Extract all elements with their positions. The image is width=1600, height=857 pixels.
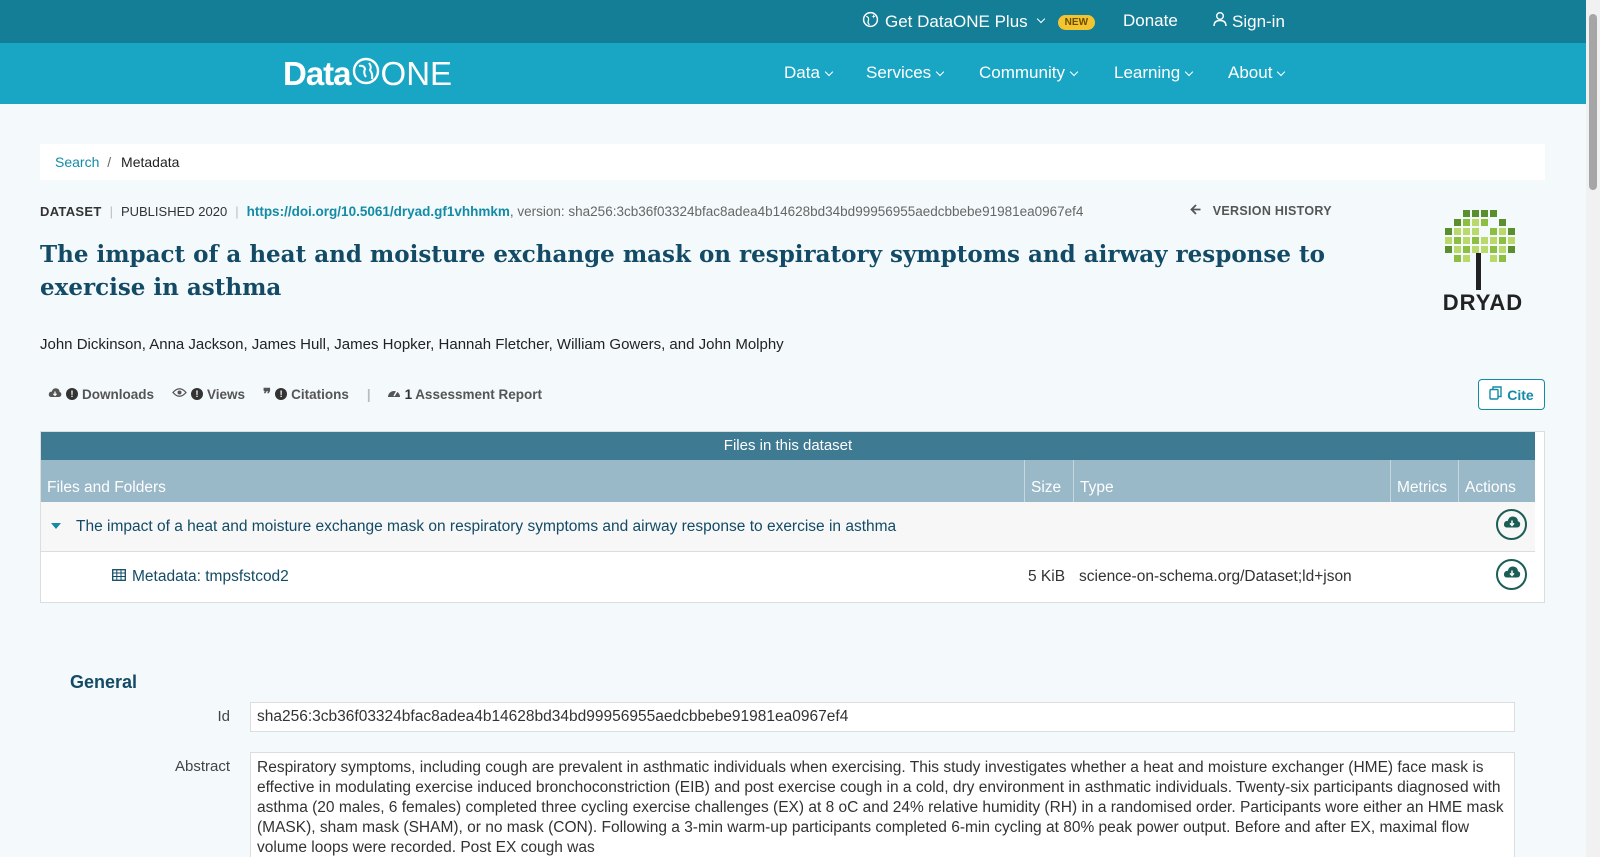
assessment-label: Assessment Report [415,386,542,402]
cloud-download-icon [1503,565,1521,584]
doi-link[interactable]: https://doi.org/10.5061/dryad.gf1vhhmkm [247,204,510,219]
dataset-meta-line: DATASET | PUBLISHED 2020 | https://doi.o… [40,204,1083,219]
divider: | [109,204,113,219]
download-file-button[interactable] [1496,559,1527,590]
chevron-down-icon [1277,67,1286,77]
breadcrumb-separator: / [107,154,112,170]
nav-data[interactable]: Data [784,63,834,83]
cite-button[interactable]: Cite [1478,379,1545,410]
table-row-file[interactable]: Metadata: tmpsfstcod2 5 KiB science-on-s… [41,552,1535,602]
donate-link[interactable]: Donate [1123,11,1178,31]
logo-text-data: Data [283,55,352,92]
nav-about-label: About [1228,63,1273,82]
breadcrumb-current: Metadata [121,154,180,170]
views-metric[interactable]: ! Views [172,387,245,402]
main-navigation: Data ONE Data Services Community Learnin… [0,43,1586,104]
quote-icon: ❞ [263,385,272,403]
downloads-metric[interactable]: ! Downloads [48,387,154,402]
dataset-title: The impact of a heat and moisture exchan… [40,241,1325,301]
chevron-down-icon [1069,67,1079,77]
file-size: 5 KiB [1028,568,1066,585]
sign-in-link[interactable]: Sign-in [1213,11,1285,32]
version-history-link[interactable]: VERSION HISTORY [1190,204,1332,218]
downloads-label: Downloads [82,386,155,402]
published-year: PUBLISHED 2020 [120,204,228,219]
exclamation-circle-icon: ! [275,388,288,400]
nav-data-label: Data [784,63,820,82]
files-table: Files in this dataset Files and Folders … [40,431,1545,603]
nav-community[interactable]: Community [979,63,1079,83]
assessment-count: 1 [404,386,413,402]
dataone-logo[interactable]: Data ONE [283,55,452,93]
assessment-report-link[interactable]: 1 Assessment Report [387,387,542,402]
divider: | [235,204,239,219]
chevron-down-icon [824,67,834,77]
gauge-icon [387,387,401,402]
general-section-heading: General [70,672,138,692]
id-value[interactable]: sha256:3cb36f03324bfac8adea4b14628bd34bd… [250,702,1515,732]
folder-name[interactable]: The impact of a heat and moisture exchan… [76,518,896,536]
abstract-label: Abstract [174,758,230,775]
top-utility-bar: Get DataONE Plus NEW Donate Sign-in [0,0,1586,43]
metadata-file-name: Metadata: tmpsfstcod2 [132,568,289,585]
nav-community-label: Community [979,63,1065,82]
dataset-type-label: DATASET [40,204,102,219]
views-label: Views [207,386,246,402]
get-dataone-plus-menu[interactable]: Get DataONE Plus NEW [862,11,1096,33]
exclamation-circle-icon: ! [66,388,78,400]
new-badge: NEW [1057,14,1096,30]
nav-about[interactable]: About [1228,63,1286,83]
logo-text-one: ONE [380,55,453,92]
get-dataone-plus-label: Get DataONE Plus [885,12,1028,31]
file-type: science-on-schema.org/Dataset;ld+json [1079,568,1352,585]
id-label: Id [217,708,230,725]
arrow-left-icon [1190,204,1205,218]
nav-learning[interactable]: Learning [1114,63,1194,83]
download-folder-button[interactable] [1496,509,1527,540]
table-row-folder[interactable]: The impact of a heat and moisture exchan… [41,502,1535,552]
caret-down-icon[interactable] [51,523,61,529]
dryad-repository-logo[interactable]: DRYAD [1430,208,1536,320]
metrics-bar: ! Downloads ! Views ❞ ! Citations | 1 As… [48,385,560,403]
copy-icon [1489,386,1502,403]
column-metrics[interactable]: Metrics [1391,460,1459,502]
table-icon [112,568,126,586]
version-history-label: VERSION HISTORY [1212,204,1332,218]
version-id: , version: sha256:3cb36f03324bfac8adea4b… [509,204,1084,219]
dryad-logo-text: DRYAD [1442,290,1524,315]
globe-sparkle-icon [862,11,879,33]
column-type[interactable]: Type [1074,460,1391,502]
nav-learning-label: Learning [1114,63,1181,82]
cite-label: Cite [1507,386,1534,403]
breadcrumb-search-link[interactable]: Search [55,154,99,170]
abstract-text[interactable]: Respiratory symptoms, including cough ar… [250,752,1515,857]
column-files-and-folders[interactable]: Files and Folders [41,460,1025,502]
cloud-download-icon [48,387,62,402]
column-size[interactable]: Size [1025,460,1074,502]
chevron-down-icon [1036,14,1045,24]
column-actions[interactable]: Actions [1459,460,1535,502]
author-list: John Dickinson, Anna Jackson, James Hull… [40,336,784,353]
citations-metric[interactable]: ❞ ! Citations [263,385,349,403]
citations-label: Citations [291,386,349,402]
exclamation-circle-icon: ! [191,388,204,400]
chevron-down-icon [935,67,945,77]
breadcrumb: Search / Metadata [40,144,1545,180]
cloud-download-icon [1503,515,1521,534]
eye-icon [172,387,187,401]
chevron-down-icon [1184,67,1194,77]
dryad-tree-icon [1445,210,1515,290]
globe-icon [352,55,380,93]
page-scrollbar[interactable] [1586,0,1600,857]
scrollbar-thumb[interactable] [1589,14,1597,190]
nav-services-label: Services [866,63,932,82]
files-table-columns: Files and Folders Size Type Metrics Acti… [41,460,1535,502]
divider: | [366,386,371,402]
files-table-heading: Files in this dataset [41,432,1535,460]
sign-in-label: Sign-in [1232,11,1285,31]
metadata-file[interactable]: Metadata: tmpsfstcod2 [112,568,289,586]
nav-services[interactable]: Services [866,63,945,83]
user-icon [1213,11,1227,32]
